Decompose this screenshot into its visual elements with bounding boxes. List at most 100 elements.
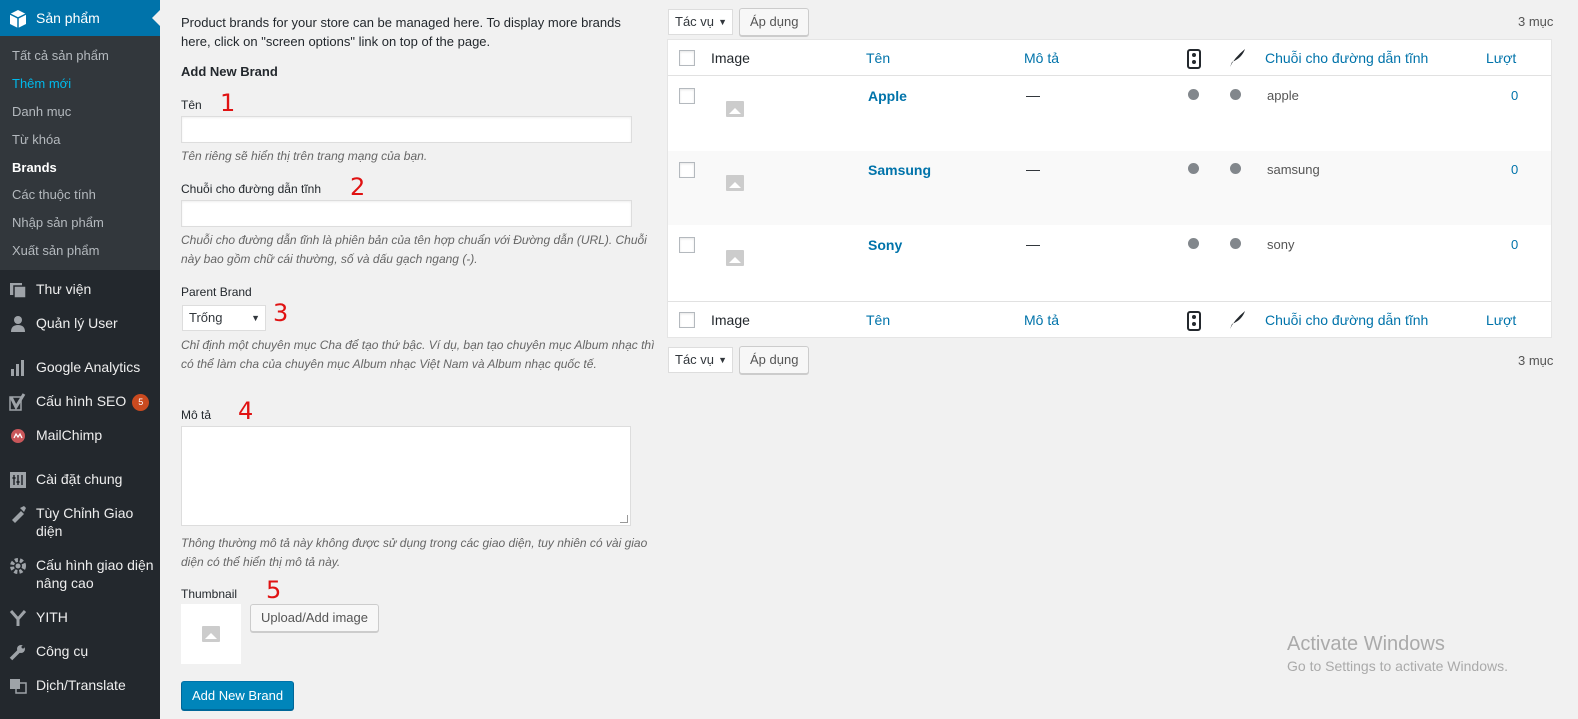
brand-slug: samsung xyxy=(1267,162,1320,177)
upload-image-button[interactable]: Upload/Add image xyxy=(250,604,379,632)
col-count-footer[interactable]: Lượt xyxy=(1486,312,1516,328)
menu-seo-label: Cấu hình SEO 5 xyxy=(36,392,150,411)
submenu-tags[interactable]: Từ khóa xyxy=(12,132,60,147)
traffic-light-icon xyxy=(1187,311,1201,331)
brand-name-link[interactable]: Samsung xyxy=(868,162,931,178)
submenu-import[interactable]: Nhập sản phẩm xyxy=(12,215,104,230)
bulk-actions-select-bottom[interactable]: Tác vụ ▼ xyxy=(668,347,733,373)
description-textarea[interactable] xyxy=(181,426,631,526)
status-dot xyxy=(1188,163,1199,174)
submenu-add-new[interactable]: Thêm mới xyxy=(12,76,71,91)
brand-count-link[interactable]: 0 xyxy=(1511,88,1518,103)
menu-translate-label: Dịch/Translate xyxy=(36,677,126,693)
col-description[interactable]: Mô tả xyxy=(1024,50,1059,66)
thumbnail-label: Thumbnail xyxy=(181,587,238,601)
user-icon xyxy=(0,314,36,333)
col-description-footer[interactable]: Mô tả xyxy=(1024,312,1059,328)
parent-brand-select[interactable]: Trống ▼ xyxy=(182,305,266,331)
menu-media-label: Thư viện xyxy=(36,281,92,297)
menu-users[interactable]: Quản lý User xyxy=(0,314,160,333)
translate-icon xyxy=(0,676,36,695)
bulk-actions-selected-bottom: Tác vụ xyxy=(675,352,715,367)
dropdown-arrow-icon: ▼ xyxy=(718,355,727,365)
parent-brand-label: Parent Brand xyxy=(181,285,252,299)
select-all-checkbox[interactable] xyxy=(679,50,695,66)
submenu-brands[interactable]: Brands xyxy=(12,160,57,175)
brand-description: — xyxy=(1026,161,1040,177)
table-row: Apple — apple 0 xyxy=(668,77,1551,151)
row-checkbox[interactable] xyxy=(679,237,695,253)
menu-advanced-label: Cấu hình giao diện nâng cao xyxy=(36,556,154,592)
row-checkbox[interactable] xyxy=(679,162,695,178)
dropdown-arrow-icon: ▼ xyxy=(251,313,260,323)
settings-icon xyxy=(0,470,36,489)
bulk-actions-select-top[interactable]: Tác vụ ▼ xyxy=(668,9,733,35)
add-new-brand-button[interactable]: Add New Brand xyxy=(181,681,295,710)
menu-mailchimp[interactable]: MailChimp xyxy=(0,426,160,445)
col-image: Image xyxy=(711,50,750,66)
col-image-footer: Image xyxy=(711,312,750,328)
apply-button-bottom[interactable]: Áp dụng xyxy=(739,346,810,374)
status-dot xyxy=(1188,89,1199,100)
items-count-bottom: 3 mục xyxy=(1518,353,1554,368)
menu-advanced-line1: Cấu hình giao diện xyxy=(36,557,154,573)
activate-windows-title: Activate Windows xyxy=(1287,633,1445,655)
brand-name-link[interactable]: Sony xyxy=(868,237,902,253)
menu-general-settings[interactable]: Cài đặt chung xyxy=(0,470,160,489)
menu-customize[interactable]: Tùy Chỉnh Giao diện xyxy=(0,504,160,540)
submenu-attributes[interactable]: Các thuộc tính xyxy=(12,187,96,202)
wrench-icon xyxy=(0,642,36,661)
menu-google-analytics[interactable]: Google Analytics xyxy=(0,358,160,377)
description-label: Mô tả xyxy=(181,408,212,422)
image-placeholder-icon xyxy=(202,626,220,642)
brand-count-link[interactable]: 0 xyxy=(1511,237,1518,252)
select-all-checkbox-footer[interactable] xyxy=(679,312,695,328)
col-slug[interactable]: Chuỗi cho đường dẫn tĩnh xyxy=(1265,50,1428,66)
status-dot xyxy=(1188,238,1199,249)
products-submenu: Tất cả sản phẩm Thêm mới Danh mục Từ khó… xyxy=(0,36,160,270)
submenu-categories[interactable]: Danh mục xyxy=(12,104,71,119)
apply-button-top[interactable]: Áp dụng xyxy=(739,8,810,36)
col-count[interactable]: Lượt xyxy=(1486,50,1516,66)
col-slug-footer[interactable]: Chuỗi cho đường dẫn tĩnh xyxy=(1265,312,1428,328)
submenu-export[interactable]: Xuất sản phẩm xyxy=(12,243,99,258)
status-dot xyxy=(1230,89,1241,100)
menu-yith[interactable]: YITH xyxy=(0,608,160,627)
brand-name-link[interactable]: Apple xyxy=(868,88,907,104)
menu-advanced-theme[interactable]: Cấu hình giao diện nâng cao xyxy=(0,556,160,592)
description-hint: Thông thường mô tả này không được sử dụn… xyxy=(181,536,648,569)
brand-count-link[interactable]: 0 xyxy=(1511,162,1518,177)
menu-products[interactable]: Sản phẩm xyxy=(0,0,160,36)
menu-tools[interactable]: Công cụ xyxy=(0,642,160,661)
col-name-footer[interactable]: Tên xyxy=(866,312,890,328)
menu-seo[interactable]: Cấu hình SEO 5 xyxy=(0,392,160,411)
row-checkbox[interactable] xyxy=(679,88,695,104)
menu-seo-text: Cấu hình SEO xyxy=(36,393,127,409)
slug-input[interactable] xyxy=(181,200,632,227)
brand-description: — xyxy=(1026,87,1040,103)
menu-users-label: Quản lý User xyxy=(36,315,118,331)
name-label: Tên xyxy=(181,98,202,112)
parent-brand-selected: Trống xyxy=(189,310,223,325)
col-name[interactable]: Tên xyxy=(866,50,890,66)
name-input[interactable] xyxy=(181,116,632,143)
gear-icon xyxy=(0,556,36,575)
menu-customize-label: Tùy Chỉnh Giao diện xyxy=(36,504,133,540)
image-placeholder-icon xyxy=(725,249,744,266)
quill-icon xyxy=(1230,49,1245,67)
brand-slug: apple xyxy=(1267,88,1299,103)
quill-icon xyxy=(1230,311,1245,329)
brands-intro-text: Product brands for your store can be man… xyxy=(181,15,621,49)
menu-media[interactable]: Thư viện xyxy=(0,280,160,299)
yith-icon xyxy=(0,608,36,627)
slug-description: Chuỗi cho đường dẫn tĩnh là phiên bản củ… xyxy=(181,233,647,266)
brand-thumbnail xyxy=(711,159,758,206)
status-dot xyxy=(1230,163,1241,174)
slug-label: Chuỗi cho đường dẫn tĩnh xyxy=(181,182,321,196)
resize-grip-icon[interactable] xyxy=(620,515,628,523)
submenu-all-products[interactable]: Tất cả sản phẩm xyxy=(12,48,109,63)
brand-slug: sony xyxy=(1267,237,1295,252)
annotation-3: 3 xyxy=(273,299,289,327)
menu-translate[interactable]: Dịch/Translate xyxy=(0,676,160,695)
table-row: Sony — sony 0 xyxy=(668,226,1551,300)
